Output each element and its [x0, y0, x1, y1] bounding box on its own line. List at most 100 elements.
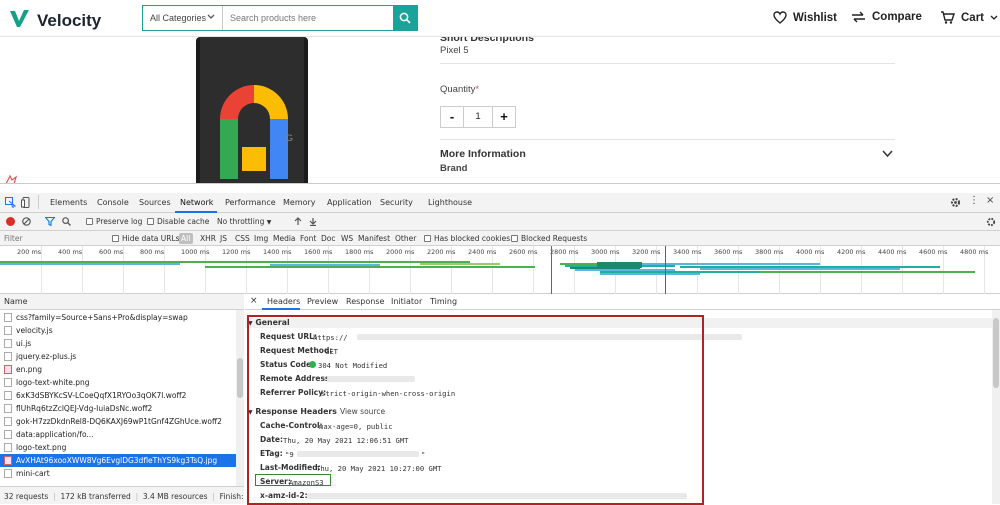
velocity-logo-icon[interactable]	[9, 8, 31, 30]
product-image[interactable]: G	[196, 37, 308, 183]
import-har-icon[interactable]	[294, 217, 302, 226]
inspect-element-icon[interactable]	[5, 197, 16, 208]
disable-cache-checkbox[interactable]: Disable cache	[147, 217, 209, 226]
tab-network[interactable]: Network	[180, 198, 213, 207]
tab-preview[interactable]: Preview	[307, 297, 338, 306]
hide-data-urls-checkbox[interactable]: Hide data URLs	[112, 234, 180, 243]
request-row[interactable]: data:application/fo...	[0, 428, 236, 441]
filter-input[interactable]	[2, 232, 106, 244]
filter-type-other[interactable]: Other	[395, 234, 416, 243]
request-row[interactable]: ui.js	[0, 337, 236, 350]
category-select[interactable]: All Categories	[143, 6, 223, 30]
request-row[interactable]: en.png	[0, 363, 236, 376]
search-icon	[399, 12, 411, 24]
quantity-decrease-button[interactable]: -	[441, 107, 463, 127]
checkbox-box	[511, 235, 518, 242]
search-input[interactable]	[223, 6, 393, 30]
close-detail-icon[interactable]: ×	[250, 296, 258, 306]
blocked-cookies-checkbox[interactable]: Has blocked cookies	[424, 234, 510, 243]
filter-type-font[interactable]: Font	[300, 234, 316, 243]
filter-type-js[interactable]: JS	[220, 234, 227, 243]
request-row[interactable]: 6xK3dSBYKcSV-LCoeQqfX1RYOo3qOK7l.woff2	[0, 389, 236, 402]
blocked-cookies-label: Has blocked cookies	[434, 234, 511, 243]
request-row[interactable]: mini-cart	[0, 467, 236, 480]
header-value-end: "	[421, 450, 426, 459]
more-options-icon[interactable]: ⋮	[969, 195, 979, 206]
image-file-icon	[4, 365, 12, 374]
status-ok-dot-icon	[309, 361, 316, 368]
detail-scrollbar[interactable]	[992, 310, 1000, 504]
chevron-down-icon[interactable]	[882, 150, 893, 158]
tab-memory[interactable]: Memory	[283, 198, 316, 207]
filter-type-media[interactable]: Media	[273, 234, 296, 243]
record-icon[interactable]	[6, 217, 15, 226]
request-name: ui.js	[16, 339, 32, 348]
blocked-requests-checkbox[interactable]: Blocked Requests	[511, 234, 587, 243]
network-overview-timeline[interactable]: 200 ms 400 ms 600 ms 800 ms 1000 ms 1200 ms 14…	[0, 246, 1000, 294]
response-headers-toggle[interactable]: ▼ Response Headers	[248, 407, 337, 416]
request-detail-pane: × Headers Preview Response Initiator Tim…	[245, 294, 1000, 504]
throttling-select[interactable]: No throttling ▼	[217, 217, 271, 226]
preserve-log-checkbox[interactable]: Preserve log	[86, 217, 142, 226]
filter-type-img[interactable]: Img	[254, 234, 268, 243]
more-information-title[interactable]: More Information	[440, 148, 526, 160]
search-icon[interactable]	[62, 217, 71, 226]
view-source-link[interactable]: View source	[340, 407, 385, 416]
scrollbar-thumb[interactable]	[237, 358, 243, 398]
filter-type-xhr[interactable]: XHR	[200, 234, 216, 243]
request-row[interactable]: jquery.ez-plus.js	[0, 350, 236, 363]
timeline-tick-label: 3000 ms	[591, 248, 620, 256]
compare-link[interactable]: Compare	[851, 11, 922, 23]
quantity-value[interactable]: 1	[463, 107, 493, 127]
svg-text:G: G	[286, 133, 293, 143]
tab-console[interactable]: Console	[97, 198, 129, 207]
request-row[interactable]: AvXHAt96xooXWW8Vg6EvglDG3dfleThYS9kg3TsQ…	[0, 454, 236, 467]
header-key: Request URL:	[260, 332, 317, 341]
clear-icon[interactable]	[22, 217, 31, 226]
timeline-tick-label: 3600 ms	[714, 248, 743, 256]
file-icon	[4, 417, 12, 426]
cart-link[interactable]: Cart	[940, 11, 998, 24]
filter-type-all[interactable]: All	[181, 234, 190, 243]
tab-performance[interactable]: Performance	[225, 198, 276, 207]
request-row[interactable]: css?family=Source+Sans+Pro&display=swap	[0, 311, 236, 324]
network-summary: 32 requests | 172 kB transferred | 3.4 M…	[0, 486, 244, 504]
filter-type-ws[interactable]: WS	[341, 234, 353, 243]
tab-timing[interactable]: Timing	[430, 297, 457, 306]
more-information-value: Brand	[440, 163, 468, 174]
timeline-tick-label: 800 ms	[140, 248, 165, 256]
filter-type-css[interactable]: CSS	[235, 234, 250, 243]
tab-security[interactable]: Security	[380, 198, 413, 207]
scrollbar-thumb[interactable]	[993, 318, 999, 388]
request-row[interactable]: gok-H7zzDkdnRel8-DQ6KAXJ69wP1tGnf4ZGhUce…	[0, 415, 236, 428]
wishlist-link[interactable]: Wishlist	[773, 11, 837, 24]
request-row[interactable]: logo-text-white.png	[0, 376, 236, 389]
request-row[interactable]: logo-text.png	[0, 441, 236, 454]
close-icon[interactable]: ×	[986, 195, 994, 206]
tab-initiator[interactable]: Initiator	[391, 297, 422, 306]
request-name: css?family=Source+Sans+Pro&display=swap	[16, 313, 188, 322]
tab-response[interactable]: Response	[346, 297, 384, 306]
tab-application[interactable]: Application	[327, 198, 372, 207]
name-column-header[interactable]: Name	[0, 294, 244, 310]
tab-lighthouse[interactable]: Lighthouse	[428, 198, 472, 207]
gear-icon[interactable]	[950, 197, 961, 208]
device-toolbar-icon[interactable]	[21, 197, 32, 208]
tab-headers[interactable]: Headers	[267, 297, 300, 306]
redacted-amz-id	[307, 493, 687, 499]
request-row[interactable]: velocity.js	[0, 324, 236, 337]
brand-name[interactable]: Velocity	[37, 11, 101, 31]
network-settings-gear-icon[interactable]	[986, 217, 996, 227]
filter-type-manifest[interactable]: Manifest	[358, 234, 390, 243]
tab-elements[interactable]: Elements	[50, 198, 87, 207]
quantity-increase-button[interactable]: +	[493, 107, 515, 127]
export-har-icon[interactable]	[309, 217, 317, 226]
tab-sources[interactable]: Sources	[139, 198, 171, 207]
general-section-toggle[interactable]: ▼ General	[248, 318, 290, 327]
wishlist-label: Wishlist	[793, 11, 837, 24]
filter-icon[interactable]	[45, 217, 55, 226]
request-list-scrollbar[interactable]	[236, 310, 244, 486]
filter-type-doc[interactable]: Doc	[321, 234, 336, 243]
search-button[interactable]	[393, 6, 417, 30]
request-row[interactable]: flUhRq6tzZclQEJ-Vdg-IuiaDsNc.woff2	[0, 402, 236, 415]
